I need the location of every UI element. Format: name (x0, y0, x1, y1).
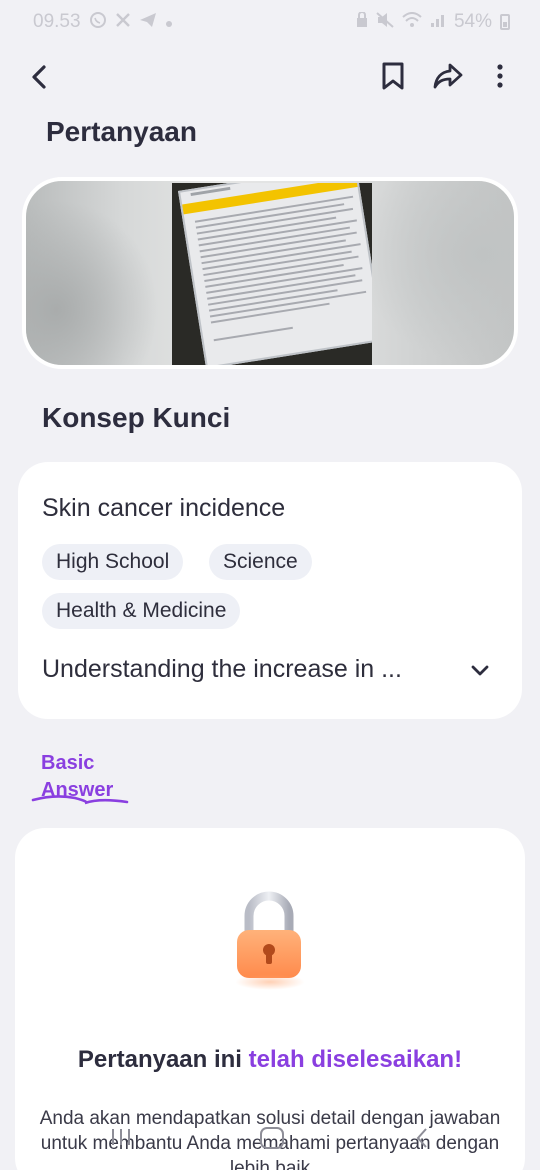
concept-topic: Skin cancer incidence (42, 494, 286, 522)
answer-heading-prefix: Pertanyaan ini (77, 1046, 249, 1073)
photo-screen (178, 183, 372, 365)
signal-icon (430, 12, 446, 33)
status-time: 09.53 (33, 11, 81, 32)
tag-chip[interactable]: Health & Medicine (42, 593, 241, 629)
wifi-icon (402, 11, 422, 33)
battery-percent: 54% (453, 11, 492, 32)
more-options-icon[interactable] (490, 61, 510, 91)
mute-icon (376, 11, 394, 33)
x-icon (115, 12, 131, 33)
lock-icon (233, 890, 305, 986)
back-icon[interactable] (26, 59, 56, 95)
tag-chip[interactable]: Science (209, 544, 312, 580)
status-right: 54% (356, 10, 510, 33)
question-title: Pertanyaan (46, 116, 197, 147)
lock-status-icon (356, 10, 368, 33)
chevron-down-icon[interactable] (468, 658, 492, 682)
lock-glow (235, 974, 305, 990)
tab-underline (30, 786, 130, 810)
bookmark-icon[interactable] (380, 61, 406, 91)
answer-heading-accent: telah diselesaikan! (248, 1046, 463, 1073)
tag-chip[interactable]: High School (42, 544, 184, 580)
image-blur-left (26, 181, 176, 365)
telegram-icon (139, 12, 157, 33)
concept-summary: Understanding the increase in ... (42, 655, 402, 683)
home-icon[interactable] (260, 1127, 284, 1149)
question-photo (172, 183, 372, 365)
system-nav-bar (0, 1124, 540, 1154)
share-icon[interactable] (432, 61, 464, 91)
question-image[interactable] (22, 177, 518, 369)
key-concept-card: Skin cancer incidence High School Scienc… (18, 462, 522, 719)
system-back-icon[interactable] (414, 1127, 430, 1149)
recents-icon[interactable] (110, 1128, 132, 1146)
answer-card: Pertanyaan ini telah diselesaikan! Anda … (15, 828, 525, 1170)
dot-icon (165, 12, 173, 33)
status-left: 09.53 (33, 11, 173, 34)
key-concept-title: Konsep Kunci (42, 402, 231, 433)
whatsapp-icon (89, 11, 107, 34)
answer-heading: Pertanyaan ini telah diselesaikan! (15, 1046, 525, 1074)
battery-icon (500, 14, 510, 30)
image-blur-right (354, 181, 514, 365)
status-bar: 09.53 54% (0, 0, 540, 44)
top-nav (0, 55, 540, 99)
